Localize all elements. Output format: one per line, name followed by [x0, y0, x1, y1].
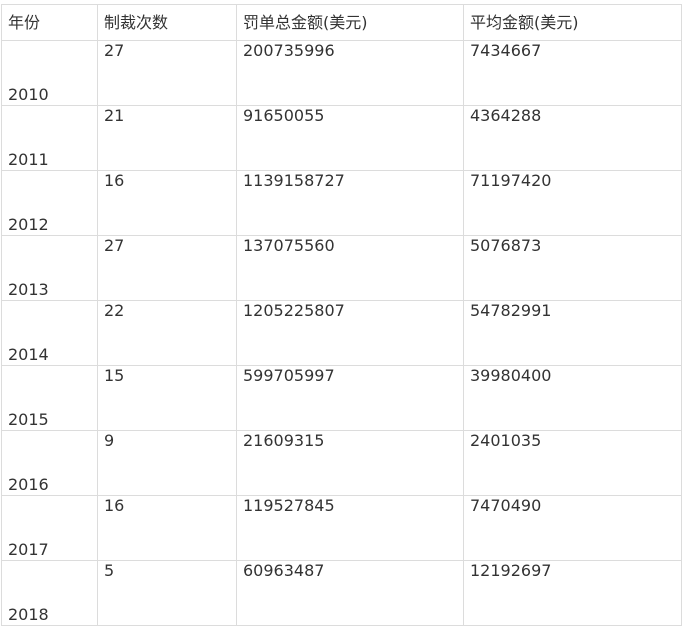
- cell-average-fine: 39980400: [463, 365, 682, 431]
- table-row: 2013 27 137075560 5076873: [1, 235, 682, 301]
- header-year: 年份: [1, 4, 98, 41]
- cell-total-fine: 21609315: [236, 430, 464, 496]
- header-total-fine: 罚单总金额(美元): [236, 4, 464, 41]
- cell-total-fine: 119527845: [236, 495, 464, 561]
- cell-average-fine: 2401035: [463, 430, 682, 496]
- table-row: 2017 16 119527845 7470490: [1, 495, 682, 561]
- table-row: 2011 21 91650055 4364288: [1, 105, 682, 171]
- cell-sanction-count: 22: [97, 300, 237, 366]
- sanctions-table: 年份 制裁次数 罚单总金额(美元) 平均金额(美元) 2010 27 20073…: [1, 4, 682, 626]
- cell-total-fine: 599705997: [236, 365, 464, 431]
- table-row: 2012 16 1139158727 71197420: [1, 170, 682, 236]
- cell-average-fine: 7434667: [463, 40, 682, 106]
- cell-year: 2014: [1, 300, 98, 366]
- table-row: 2016 9 21609315 2401035: [1, 430, 682, 496]
- cell-average-fine: 5076873: [463, 235, 682, 301]
- cell-sanction-count: 16: [97, 170, 237, 236]
- table-header: 年份 制裁次数 罚单总金额(美元) 平均金额(美元): [1, 4, 682, 41]
- cell-year: 2017: [1, 495, 98, 561]
- cell-total-fine: 1205225807: [236, 300, 464, 366]
- table-row: 2015 15 599705997 39980400: [1, 365, 682, 431]
- table-body: 2010 27 200735996 7434667 2011 21 916500…: [1, 40, 682, 626]
- table-row: 2010 27 200735996 7434667: [1, 40, 682, 106]
- cell-total-fine: 1139158727: [236, 170, 464, 236]
- cell-year: 2016: [1, 430, 98, 496]
- cell-total-fine: 200735996: [236, 40, 464, 106]
- cell-total-fine: 60963487: [236, 560, 464, 626]
- cell-total-fine: 137075560: [236, 235, 464, 301]
- cell-year: 2011: [1, 105, 98, 171]
- header-row: 年份 制裁次数 罚单总金额(美元) 平均金额(美元): [1, 4, 682, 41]
- cell-total-fine: 91650055: [236, 105, 464, 171]
- cell-year: 2013: [1, 235, 98, 301]
- cell-average-fine: 54782991: [463, 300, 682, 366]
- cell-year: 2012: [1, 170, 98, 236]
- cell-year: 2015: [1, 365, 98, 431]
- header-sanction-count: 制裁次数: [97, 4, 237, 41]
- cell-average-fine: 4364288: [463, 105, 682, 171]
- cell-sanction-count: 15: [97, 365, 237, 431]
- cell-average-fine: 7470490: [463, 495, 682, 561]
- cell-sanction-count: 16: [97, 495, 237, 561]
- cell-sanction-count: 9: [97, 430, 237, 496]
- table-row: 2018 5 60963487 12192697: [1, 560, 682, 626]
- cell-sanction-count: 21: [97, 105, 237, 171]
- cell-year: 2010: [1, 40, 98, 106]
- header-average-fine: 平均金额(美元): [463, 4, 682, 41]
- cell-year: 2018: [1, 560, 98, 626]
- table-row: 2014 22 1205225807 54782991: [1, 300, 682, 366]
- cell-sanction-count: 27: [97, 235, 237, 301]
- cell-sanction-count: 27: [97, 40, 237, 106]
- cell-sanction-count: 5: [97, 560, 237, 626]
- cell-average-fine: 12192697: [463, 560, 682, 626]
- cell-average-fine: 71197420: [463, 170, 682, 236]
